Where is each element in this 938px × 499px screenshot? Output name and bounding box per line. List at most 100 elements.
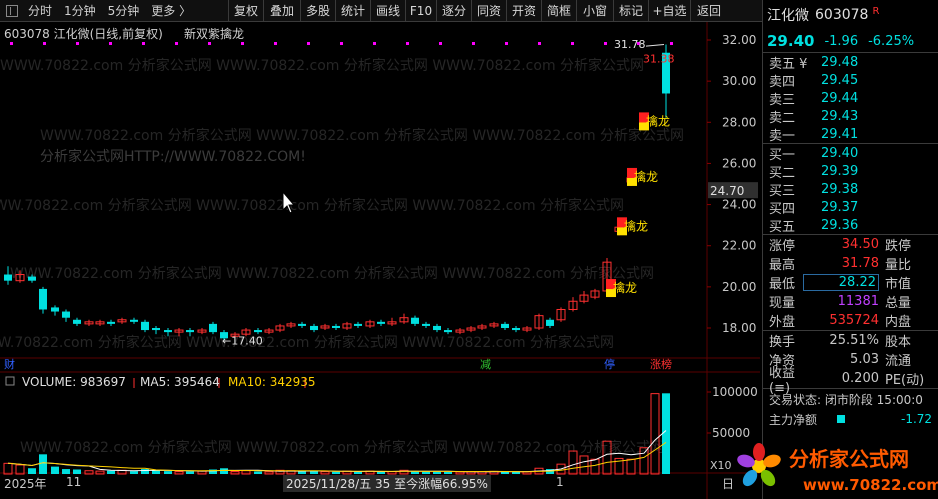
signal-dot — [373, 42, 376, 45]
toolbar-button-12[interactable]: +自选 — [648, 0, 690, 22]
candle-body — [310, 325, 318, 331]
low-label: ←17.40 — [222, 334, 263, 347]
ask-price: 29.48 — [821, 54, 859, 70]
date-month-1: 1 — [556, 475, 564, 489]
toolbar-button-5[interactable]: F10 — [405, 0, 436, 22]
candle-body — [62, 311, 70, 318]
ask-label: 卖四 — [769, 74, 796, 90]
date-cursor-info: 2025/11/28/五 35 至今涨幅66.95% — [283, 475, 491, 492]
volume-bar — [130, 471, 138, 474]
main-flow-row: 主力净额 -1.72 — [763, 409, 938, 429]
volume-label: VOLUME: 983697 — [22, 375, 126, 389]
toolbar-button-10[interactable]: 小窗 — [576, 0, 613, 22]
toolbar-button-8[interactable]: 开资 — [506, 0, 541, 22]
toolbar-button-2[interactable]: 多股 — [300, 0, 335, 22]
signal-dot — [109, 42, 112, 45]
ask-row: 卖四 29.45 — [763, 71, 938, 90]
toolbar-button-13[interactable]: 返回 — [690, 0, 727, 22]
signal-dot — [406, 42, 409, 45]
event-marker: 涨榜 — [650, 357, 672, 371]
ask-book: 卖五 ¥ 29.48 卖四 29.45 卖三 29.44 卖二 29.43 卖一 29.41 — [763, 53, 938, 144]
stat2-value: 5.03 — [850, 352, 879, 367]
toolbar-button-0[interactable]: 复权 — [228, 0, 263, 22]
volume-bar — [310, 471, 318, 474]
signal-label: 擒龙 — [634, 169, 658, 184]
candle-body — [130, 319, 138, 322]
toolbar-buttons: 复权 叠加 多股 统计 画线 F10 逐分 同资 开资 简框 小窗 标记 +自选 返回 — [228, 0, 727, 22]
volume-bar — [662, 393, 670, 474]
high-arrow — [645, 44, 665, 47]
toolbar-button-9[interactable]: 简框 — [541, 0, 576, 22]
stat-value: 31.78 — [841, 256, 879, 271]
toolbar-button-11[interactable]: 标记 — [613, 0, 648, 22]
watermark-row: WWW.70822.com 分析家公式网 WWW.70822.com 分析家公式… — [40, 127, 684, 144]
stat-label-secondary: 内盘 — [885, 315, 912, 330]
stat2-label-secondary: PE(动) — [885, 373, 925, 388]
price-axis-label: 32.00 — [722, 33, 756, 47]
signal-dot — [142, 42, 145, 45]
date-year: 2025年 — [4, 477, 47, 491]
ask-price: 29.45 — [821, 72, 859, 88]
high-label: 31.78 — [614, 38, 646, 51]
signal-dot — [10, 42, 13, 45]
signal-dot — [538, 42, 541, 45]
stat-row: 最高 31.78 量比 — [763, 254, 938, 273]
panel-toggle-icon[interactable] — [6, 4, 18, 17]
volume-bar — [579, 455, 589, 475]
stat-label: 涨停 — [769, 239, 796, 254]
event-marker: 减 — [480, 358, 491, 371]
bid-book: 买一 29.40 买二 29.39 买三 29.38 买四 29.37 买五 29.36 — [763, 144, 938, 235]
period-1min[interactable]: 1分钟 — [58, 0, 102, 22]
volume-bar — [152, 470, 160, 474]
stat-label: 现量 — [769, 296, 796, 311]
ask-row: 卖五 ¥ 29.48 — [763, 53, 938, 72]
stat-row: 涨停 34.50 跌停 — [763, 235, 938, 254]
bid-label: 买五 — [769, 219, 796, 235]
stat-value: 11381 — [837, 294, 879, 309]
signal-label: 擒龙 — [646, 113, 670, 128]
svg-text:www.70822.com: www.70822.com — [803, 476, 938, 494]
volume-bar — [422, 471, 430, 474]
candle-body — [433, 325, 441, 331]
volume-bar — [444, 471, 452, 474]
candle-body — [209, 323, 217, 333]
ask-price: 29.44 — [821, 90, 859, 106]
volume-bar — [51, 466, 59, 474]
bid-row: 买一 29.40 — [763, 144, 938, 163]
toolbar-button-1[interactable]: 叠加 — [263, 0, 300, 22]
volume-bar — [186, 471, 194, 474]
volume-bar — [3, 462, 13, 475]
candle-body — [28, 276, 36, 281]
signal-dot — [472, 42, 475, 45]
period-5min[interactable]: 5分钟 — [102, 0, 146, 22]
bid-price: 29.40 — [821, 145, 859, 161]
candle-body — [512, 328, 520, 331]
svg-text:分析家公式网: 分析家公式网 — [789, 447, 909, 471]
toolbar-button-6[interactable]: 逐分 — [436, 0, 471, 22]
stat2-value: 0.200 — [841, 371, 879, 386]
period-minute-share[interactable]: 分时 — [22, 0, 58, 22]
toolbar-button-4[interactable]: 画线 — [370, 0, 405, 22]
bid-price: 29.39 — [821, 163, 859, 179]
toolbar-button-7[interactable]: 同资 — [471, 0, 506, 22]
signal-label: 擒龙 — [624, 218, 648, 233]
candle-body — [546, 319, 554, 326]
kline-chart-area[interactable]: 32.00 30.00 28.00 26.00 24.00 22.00 20.00 18.00… — [0, 22, 760, 499]
stat-value: 535724 — [829, 313, 879, 328]
stat-label-secondary: 市值 — [885, 277, 912, 292]
site-logo: 分析家公式网 www.70822.com — [737, 443, 938, 494]
ask-label: 卖三 — [769, 92, 796, 108]
high-label-partial: 31.38 — [643, 53, 675, 66]
stat-value: 34.50 — [841, 237, 879, 252]
stat-row: 现量 11381 总量 — [763, 292, 938, 311]
bid-row: 买二 29.39 — [763, 162, 938, 181]
bid-label: 买三 — [769, 183, 796, 199]
period-more-menu[interactable]: 更多 〉 — [145, 0, 197, 22]
toolbar-button-3[interactable]: 统计 — [335, 0, 370, 22]
stat-label: 最高 — [769, 258, 796, 273]
watermark-row: WWW.70822.com 分析家公式网 WWW.70822.com 分析家公式… — [10, 265, 654, 282]
volume-bar — [377, 471, 385, 474]
candle-body — [411, 317, 419, 324]
watermark-row: WWW.70822.com 分析家公式网 WWW.70822.com 分析家公式… — [0, 57, 644, 74]
signal-dot — [241, 42, 244, 45]
